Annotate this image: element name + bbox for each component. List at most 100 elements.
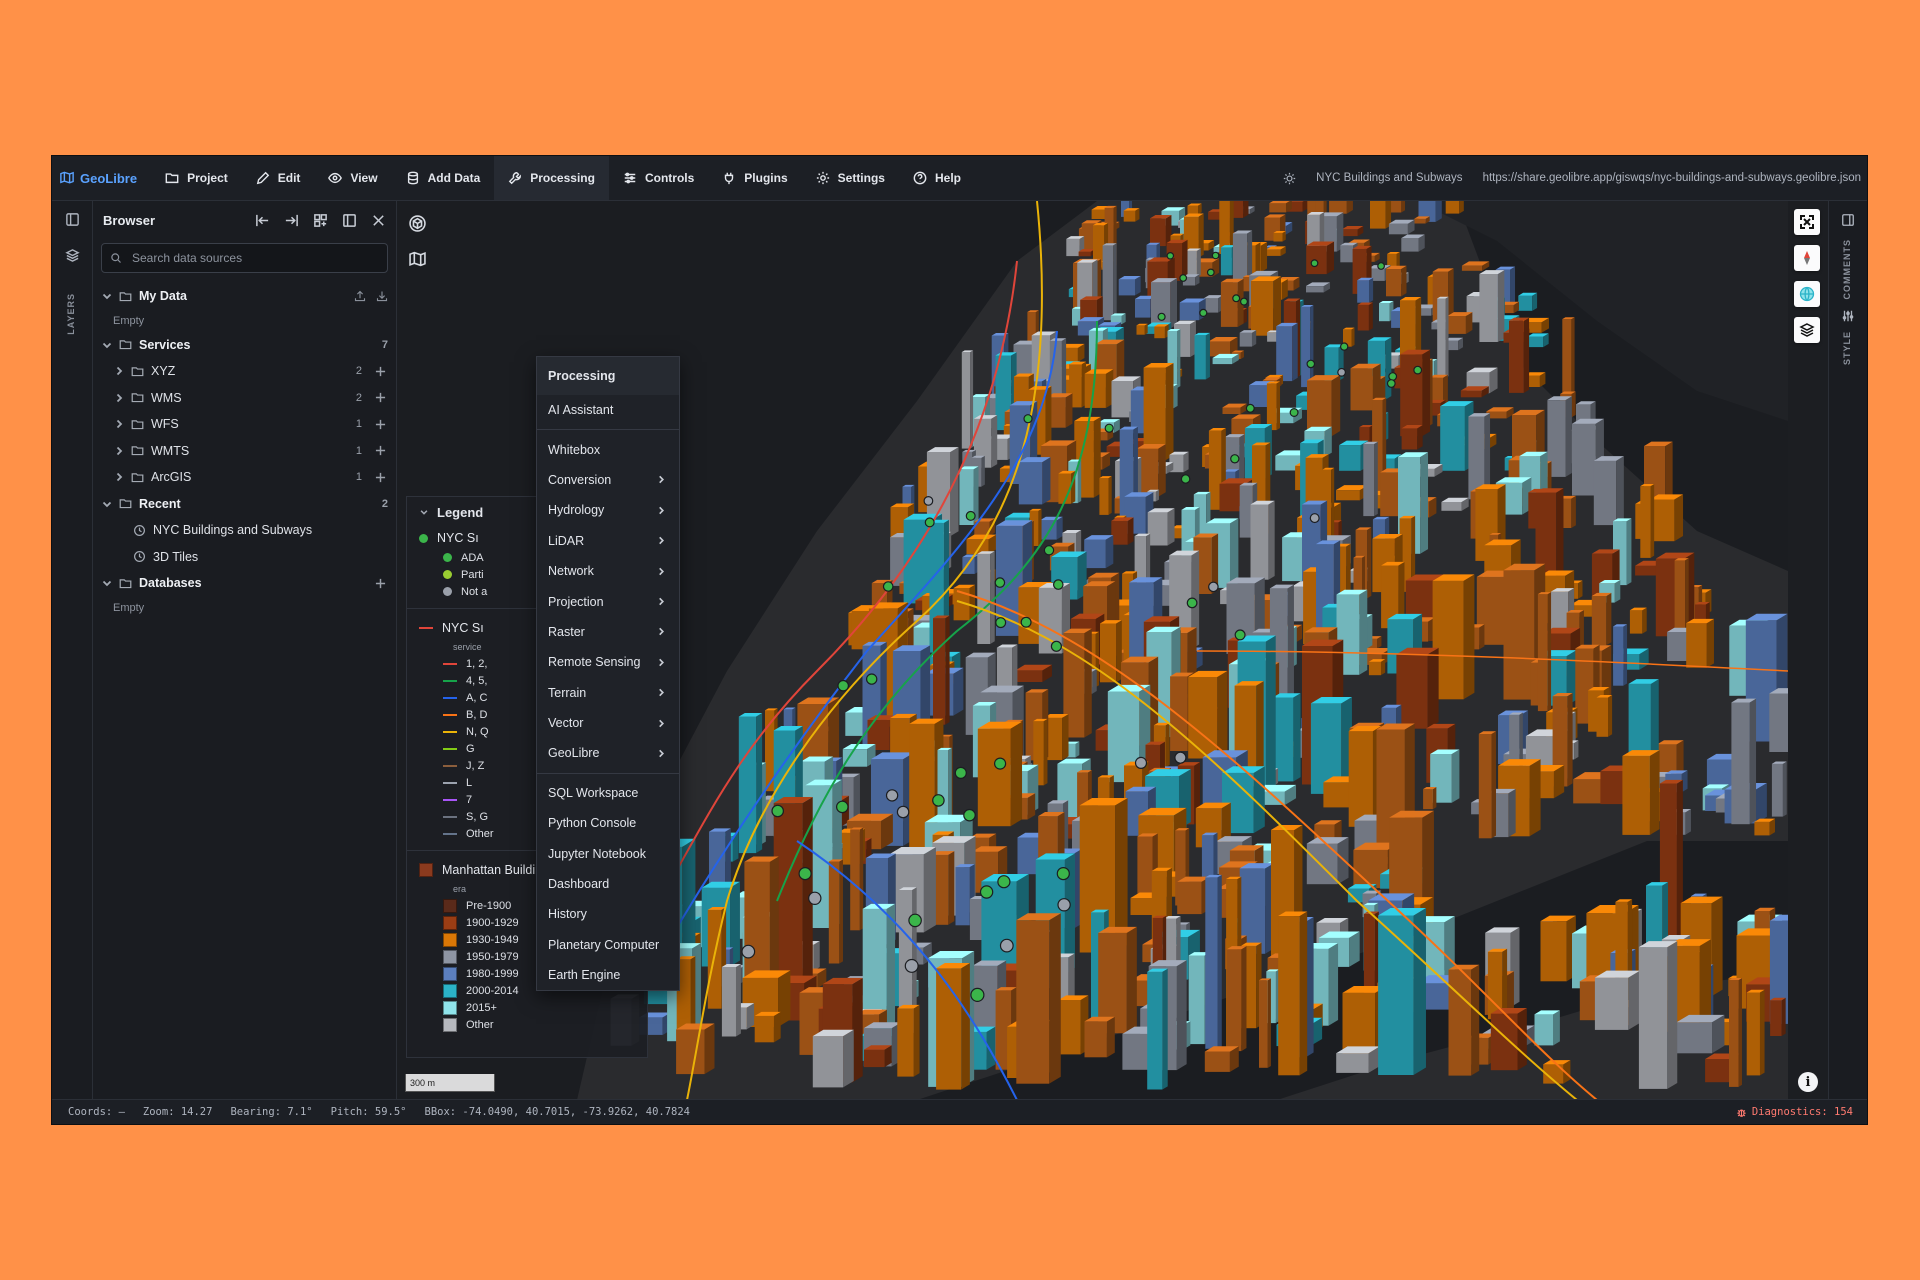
- station-marker[interactable]: [741, 944, 756, 959]
- menu-item-lidar[interactable]: LiDAR: [537, 526, 679, 556]
- compass-button[interactable]: [1794, 245, 1820, 271]
- menu-view[interactable]: View: [314, 156, 391, 200]
- station-marker[interactable]: [904, 958, 919, 973]
- brand[interactable]: GeoLibre: [52, 171, 151, 186]
- station-marker[interactable]: [999, 938, 1014, 953]
- add-icon[interactable]: [375, 366, 386, 377]
- menu-item-terrain[interactable]: Terrain: [537, 678, 679, 708]
- collapse-left-icon[interactable]: [255, 213, 270, 228]
- add-icon[interactable]: [375, 472, 386, 483]
- station-marker[interactable]: [1377, 262, 1385, 270]
- station-marker[interactable]: [997, 875, 1011, 889]
- menu-item-projection[interactable]: Projection: [537, 586, 679, 616]
- tree-databases[interactable]: Databases: [93, 570, 396, 597]
- menu-add-data[interactable]: Add Data: [392, 156, 495, 200]
- station-marker[interactable]: [1239, 297, 1248, 306]
- station-marker[interactable]: [1306, 359, 1316, 369]
- globe-button[interactable]: [1794, 281, 1820, 307]
- station-marker[interactable]: [1020, 616, 1032, 628]
- add-icon[interactable]: [375, 445, 386, 456]
- tree-service-wms[interactable]: WMS 2: [93, 385, 396, 412]
- fullscreen-button[interactable]: [1794, 209, 1820, 235]
- menu-help[interactable]: Help: [899, 156, 975, 200]
- menu-item-ai-assistant[interactable]: AI Assistant: [537, 395, 679, 425]
- station-marker[interactable]: [1057, 898, 1071, 912]
- station-marker[interactable]: [1386, 379, 1396, 388]
- station-marker[interactable]: [837, 679, 849, 692]
- station-marker[interactable]: [994, 577, 1006, 588]
- chevron-down-icon[interactable]: [419, 507, 429, 517]
- chevron-right-icon[interactable]: [113, 471, 125, 483]
- station-marker[interactable]: [1208, 581, 1219, 593]
- station-marker[interactable]: [924, 517, 935, 528]
- station-marker[interactable]: [1052, 579, 1064, 590]
- add-icon[interactable]: [375, 578, 386, 589]
- tree-services[interactable]: Services 7: [93, 332, 396, 359]
- theme-toggle-icon[interactable]: [1283, 172, 1296, 185]
- menu-processing[interactable]: Processing: [494, 156, 609, 200]
- station-marker[interactable]: [1211, 251, 1220, 260]
- panel-toggle-icon[interactable]: [1841, 213, 1855, 227]
- station-marker[interactable]: [1134, 756, 1148, 770]
- station-marker[interactable]: [1166, 251, 1175, 260]
- tree-service-xyz[interactable]: XYZ 2: [93, 358, 396, 385]
- attribution-info-icon[interactable]: i: [1798, 1072, 1818, 1092]
- station-marker[interactable]: [954, 766, 967, 780]
- menu-item-hydrology[interactable]: Hydrology: [537, 495, 679, 525]
- station-marker[interactable]: [932, 794, 945, 807]
- station-marker[interactable]: [866, 673, 878, 685]
- station-marker[interactable]: [1186, 597, 1198, 609]
- grid-icon[interactable]: [313, 213, 328, 228]
- toggle-sidebar-button[interactable]: [52, 201, 92, 237]
- tree-service-wmts[interactable]: WMTS 1: [93, 438, 396, 465]
- expand-right-icon[interactable]: [284, 213, 299, 228]
- chevron-down-icon[interactable]: [101, 577, 113, 589]
- recent-item-nyc[interactable]: NYC Buildings and Subways: [93, 517, 396, 544]
- station-marker[interactable]: [970, 987, 985, 1003]
- station-marker[interactable]: [1309, 513, 1320, 524]
- chevron-down-icon[interactable]: [101, 290, 113, 302]
- station-marker[interactable]: [1206, 268, 1215, 277]
- style-sliders-icon[interactable]: [1841, 309, 1855, 323]
- station-marker[interactable]: [1056, 866, 1070, 881]
- station-marker[interactable]: [1413, 365, 1423, 375]
- station-marker[interactable]: [1245, 403, 1255, 413]
- chevron-right-icon[interactable]: [113, 445, 125, 457]
- share-url[interactable]: https://share.geolibre.app/giswqs/nyc-bu…: [1483, 172, 1861, 184]
- menu-edit[interactable]: Edit: [242, 156, 315, 200]
- station-marker[interactable]: [896, 805, 910, 819]
- station-marker[interactable]: [1174, 751, 1187, 764]
- close-icon[interactable]: [371, 213, 386, 228]
- menu-item-history[interactable]: History: [537, 899, 679, 929]
- station-marker[interactable]: [882, 581, 894, 592]
- station-marker[interactable]: [923, 496, 934, 506]
- dock-icon[interactable]: [342, 213, 357, 228]
- station-marker[interactable]: [798, 866, 812, 881]
- station-marker[interactable]: [1180, 474, 1191, 484]
- add-icon[interactable]: [375, 419, 386, 430]
- layers-tab[interactable]: [52, 237, 92, 273]
- station-marker[interactable]: [808, 891, 822, 906]
- menu-item-jupyter-notebook[interactable]: Jupyter Notebook: [537, 838, 679, 868]
- station-marker[interactable]: [1289, 408, 1299, 418]
- station-marker[interactable]: [1199, 308, 1208, 318]
- station-marker[interactable]: [1337, 367, 1346, 377]
- station-marker[interactable]: [963, 808, 976, 822]
- layers-tab-label[interactable]: LAYERS: [66, 293, 76, 335]
- menu-item-sql-workspace[interactable]: SQL Workspace: [537, 778, 679, 808]
- menu-item-conversion[interactable]: Conversion: [537, 465, 679, 495]
- add-icon[interactable]: [375, 392, 386, 403]
- station-marker[interactable]: [1043, 545, 1055, 556]
- layer-control-button[interactable]: [1794, 317, 1820, 343]
- menu-item-planetary-computer[interactable]: Planetary Computer: [537, 930, 679, 960]
- style-tab[interactable]: STYLE: [1842, 331, 1852, 365]
- diagnostics-button[interactable]: Diagnostics: 154: [1736, 1106, 1853, 1118]
- chevron-right-icon[interactable]: [113, 392, 125, 404]
- tree-recent[interactable]: Recent 2: [93, 491, 396, 518]
- station-marker[interactable]: [993, 757, 1007, 770]
- station-marker[interactable]: [1388, 372, 1398, 381]
- chevron-down-icon[interactable]: [101, 498, 113, 510]
- download-icon[interactable]: [376, 290, 388, 302]
- menu-item-whitebox[interactable]: Whitebox: [537, 434, 679, 464]
- search-input[interactable]: [130, 250, 374, 266]
